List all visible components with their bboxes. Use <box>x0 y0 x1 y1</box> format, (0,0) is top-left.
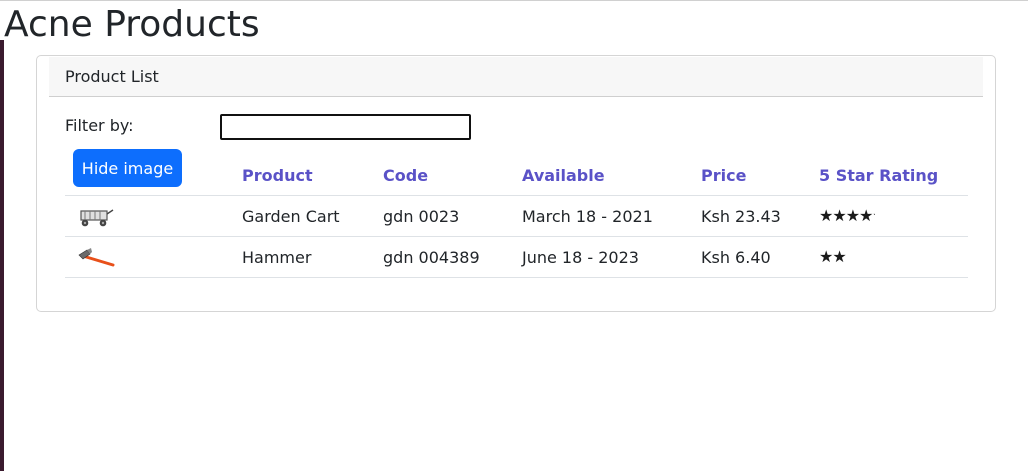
product-price: Ksh 23.43 <box>701 207 781 226</box>
star-icon: ★ <box>832 206 846 225</box>
garden-cart-icon <box>80 209 114 227</box>
product-name: Hammer <box>242 248 312 267</box>
product-name: Garden Cart <box>242 207 340 226</box>
hide-image-button[interactable]: Hide image <box>73 149 182 187</box>
product-price: Ksh 6.40 <box>701 248 771 267</box>
column-header-code[interactable]: Code <box>383 166 428 186</box>
product-code: gdn 004389 <box>383 248 480 267</box>
card-header-title: Product List <box>65 67 159 86</box>
column-header-available[interactable]: Available <box>522 166 605 186</box>
product-available: June 18 - 2023 <box>522 248 639 267</box>
row-divider <box>65 277 968 278</box>
product-available: March 18 - 2021 <box>522 207 653 226</box>
star-rating: ★ ★ <box>819 247 847 266</box>
star-rating: ★★★★★ <box>819 207 875 225</box>
star-icon: ★ <box>859 206 873 225</box>
product-list-card: Product List Filter by: Hide image Produ… <box>36 55 996 312</box>
header-divider <box>65 195 968 196</box>
hammer-icon <box>78 248 115 267</box>
column-header-price[interactable]: Price <box>701 166 746 186</box>
top-border <box>0 0 1028 1</box>
product-code: gdn 0023 <box>383 207 460 226</box>
star-icon: ★ <box>819 247 833 266</box>
filter-label: Filter by: <box>65 116 134 135</box>
page-title: Acne Products <box>4 4 260 45</box>
card-header: Product List <box>49 57 983 97</box>
star-icon: ★ <box>832 247 846 266</box>
partial-star-icon: ★ <box>872 207 875 225</box>
filter-input[interactable] <box>220 114 471 140</box>
column-header-rating[interactable]: 5 Star Rating <box>819 166 938 186</box>
row-divider <box>65 236 968 237</box>
star-icon: ★ <box>845 206 860 225</box>
column-header-product[interactable]: Product <box>242 166 313 186</box>
window-edge <box>0 40 4 471</box>
star-icon: ★ <box>819 206 833 225</box>
